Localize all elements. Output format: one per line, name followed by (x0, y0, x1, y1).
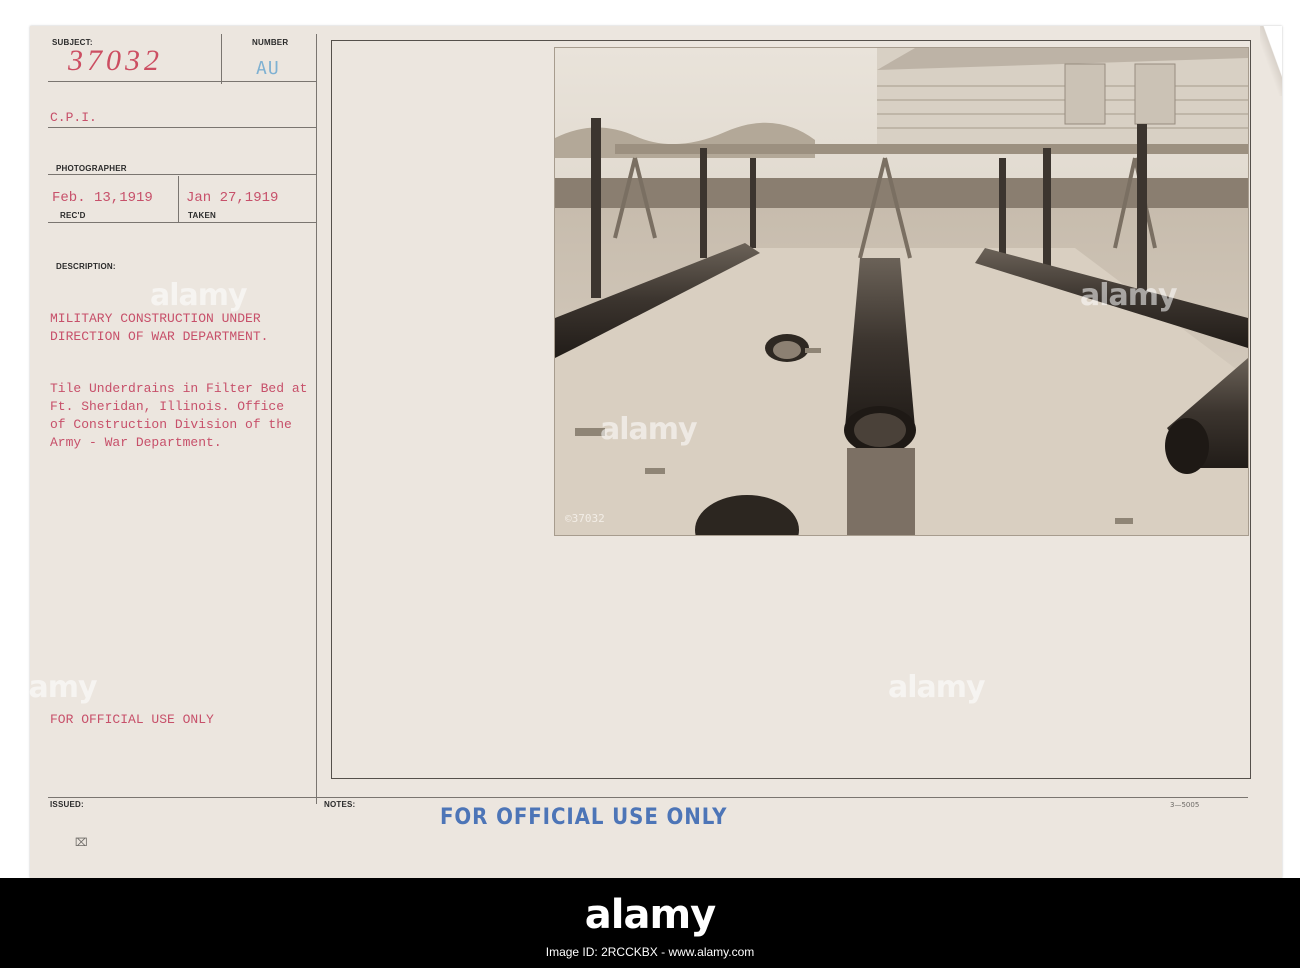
description-block: MILITARY CONSTRUCTION UNDER DIRECTION OF… (50, 310, 268, 346)
taken-date: Jan 27,1919 (186, 190, 279, 206)
subject-number: 37032 (68, 44, 163, 77)
brand-logo: alamy (584, 892, 716, 938)
issued-mark: ⌧ (75, 836, 88, 849)
form-code: 3—5005 (1170, 801, 1200, 809)
dates-underline (48, 222, 316, 223)
official-use-note: FOR OFFICIAL USE ONLY (50, 712, 214, 727)
source-underline (48, 127, 316, 128)
issued-label: ISSUED: (50, 800, 84, 809)
image-id: Image ID: 2RCCKBX (545, 945, 658, 959)
number-stamp: AU (256, 58, 280, 79)
description-line: DIRECTION OF WAR DEPARTMENT. (50, 329, 269, 344)
image-id-url: www.alamy.com (668, 945, 755, 959)
received-label: REC'D (60, 211, 86, 220)
number-label: NUMBER (252, 38, 289, 47)
caption-block: Tile Underdrains in Filter Bed at Ft. Sh… (50, 380, 307, 452)
photographer-underline (48, 174, 316, 175)
archive-card: SUBJECT: NUMBER 37032 AU C.P.I. PHOTOGRA… (30, 26, 1282, 878)
watermark: alamy (150, 278, 248, 313)
description-label: DESCRIPTION: (56, 262, 116, 271)
official-use-stamp: FOR OFFICIAL USE ONLY (440, 805, 728, 830)
caption-line: Tile Underdrains in Filter Bed at (50, 381, 308, 396)
caption-line: Ft. Sheridan, Illinois. Office (50, 399, 285, 414)
card-corner-curl (1260, 26, 1282, 96)
caption-line: Army - War Department. (50, 435, 222, 450)
notes-label: NOTES: (324, 800, 356, 809)
bottom-divider (48, 797, 1248, 798)
photographer-label: PHOTOGRAPHER (56, 164, 127, 173)
footer-bar: alamy Image ID: 2RCCKBX - www.alamy.com (0, 878, 1300, 968)
watermark: alamy (888, 670, 986, 705)
caption-line: of Construction Division of the (50, 417, 292, 432)
left-column-divider (316, 34, 317, 804)
watermark: alamy (0, 670, 98, 705)
watermark: alamy (600, 412, 698, 447)
source-agency: C.P.I. (50, 110, 97, 125)
number-box-divider (221, 34, 222, 84)
photo-negative-number: ©37032 (565, 512, 605, 525)
received-date: Feb. 13,1919 (52, 190, 153, 206)
subject-underline (48, 81, 316, 82)
image-id-text: Image ID: 2RCCKBX - www.alamy.com (0, 945, 1300, 959)
watermark: alamy (1080, 278, 1178, 313)
date-box-divider (178, 176, 179, 222)
taken-label: TAKEN (188, 211, 216, 220)
